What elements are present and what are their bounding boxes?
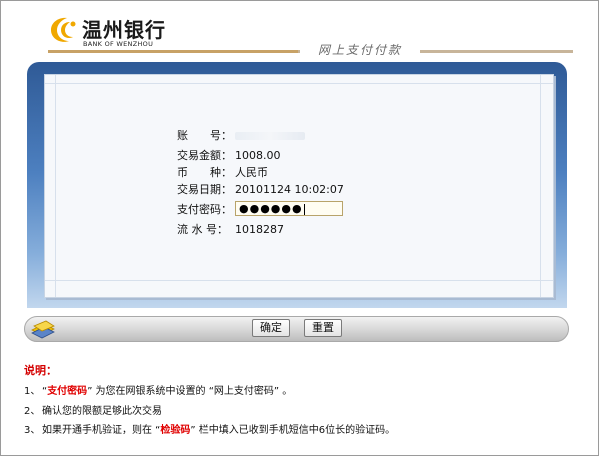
card-stack-icon — [31, 320, 55, 339]
reset-button[interactable]: 重置 — [304, 319, 342, 337]
date-label: 交易日期： — [177, 183, 232, 196]
instruction-text: ” 为您在网银系统中设置的 “网上支付密码” 。 — [87, 386, 293, 397]
account-label: 账 号： — [177, 129, 232, 142]
date-row: 交易日期： 20101124 10:02:07 — [177, 182, 344, 198]
date-value: 20101124 10:02:07 — [235, 183, 344, 196]
payment-password-input[interactable]: ●●●●●● — [235, 201, 343, 216]
instruction-item: 1、 “支付密码” 为您在网银系统中设置的 “网上支付密码” 。 — [24, 382, 292, 397]
bank-logo-icon — [51, 17, 76, 42]
panel-guide-line — [45, 83, 553, 84]
amount-value: 1008.00 — [235, 149, 281, 162]
account-value-masked — [235, 132, 305, 140]
password-label: 支付密码： — [177, 203, 232, 216]
instruction-text: ” 栏中填入已收到手机短信中6位长的验证码。 — [190, 425, 396, 436]
panel-guide-line — [55, 75, 56, 297]
instructions-title: 说明： — [24, 364, 57, 377]
page-title: 网上支付付款 — [300, 42, 420, 58]
instruction-text: 如果开通手机验证，则在 “ — [42, 425, 161, 436]
password-row: 支付密码： ●●●●●● — [177, 201, 343, 218]
panel-guide-line — [540, 75, 541, 297]
instruction-text: 确认您的限额足够此次交易 — [42, 406, 162, 417]
account-row: 账 号： — [177, 128, 305, 144]
amount-row: 交易金额： 1008.00 — [177, 148, 281, 164]
instruction-item: 2、 确认您的限额足够此次交易 — [24, 402, 162, 417]
bank-name-en: BANK OF WENZHOU — [83, 40, 154, 48]
serial-label: 流 水 号： — [177, 223, 228, 236]
instruction-item: 3、 如果开通手机验证，则在 “检验码” 栏中填入已收到手机短信中6位长的验证码。 — [24, 421, 395, 436]
text-caret — [303, 203, 305, 215]
serial-row: 流 水 号： 1018287 — [177, 222, 284, 238]
currency-value: 人民币 — [235, 166, 268, 179]
bank-name-cn: 温州银行 — [82, 18, 166, 42]
panel-guide-line — [45, 280, 553, 281]
header-divider-accent — [48, 50, 298, 53]
confirm-button[interactable]: 确定 — [252, 319, 290, 337]
instruction-highlight: 检验码 — [160, 425, 191, 436]
serial-value: 1018287 — [235, 223, 284, 236]
password-value: ●●●●●● — [239, 202, 303, 215]
amount-label: 交易金额： — [177, 149, 232, 162]
currency-label: 币 种： — [177, 166, 232, 179]
action-bar — [24, 316, 569, 342]
currency-row: 币 种： 人民币 — [177, 165, 268, 181]
bank-logo: 温州银行 BANK OF WENZHOU — [48, 14, 198, 50]
instruction-number: 1、 — [24, 386, 41, 397]
instructions: 说明： 1、 “支付密码” 为您在网银系统中设置的 “网上支付密码” 。 2、 确认… — [24, 362, 395, 436]
instruction-number: 3、 — [24, 425, 41, 436]
instruction-number: 2、 — [24, 406, 41, 417]
instruction-highlight: 支付密码 — [47, 386, 88, 397]
